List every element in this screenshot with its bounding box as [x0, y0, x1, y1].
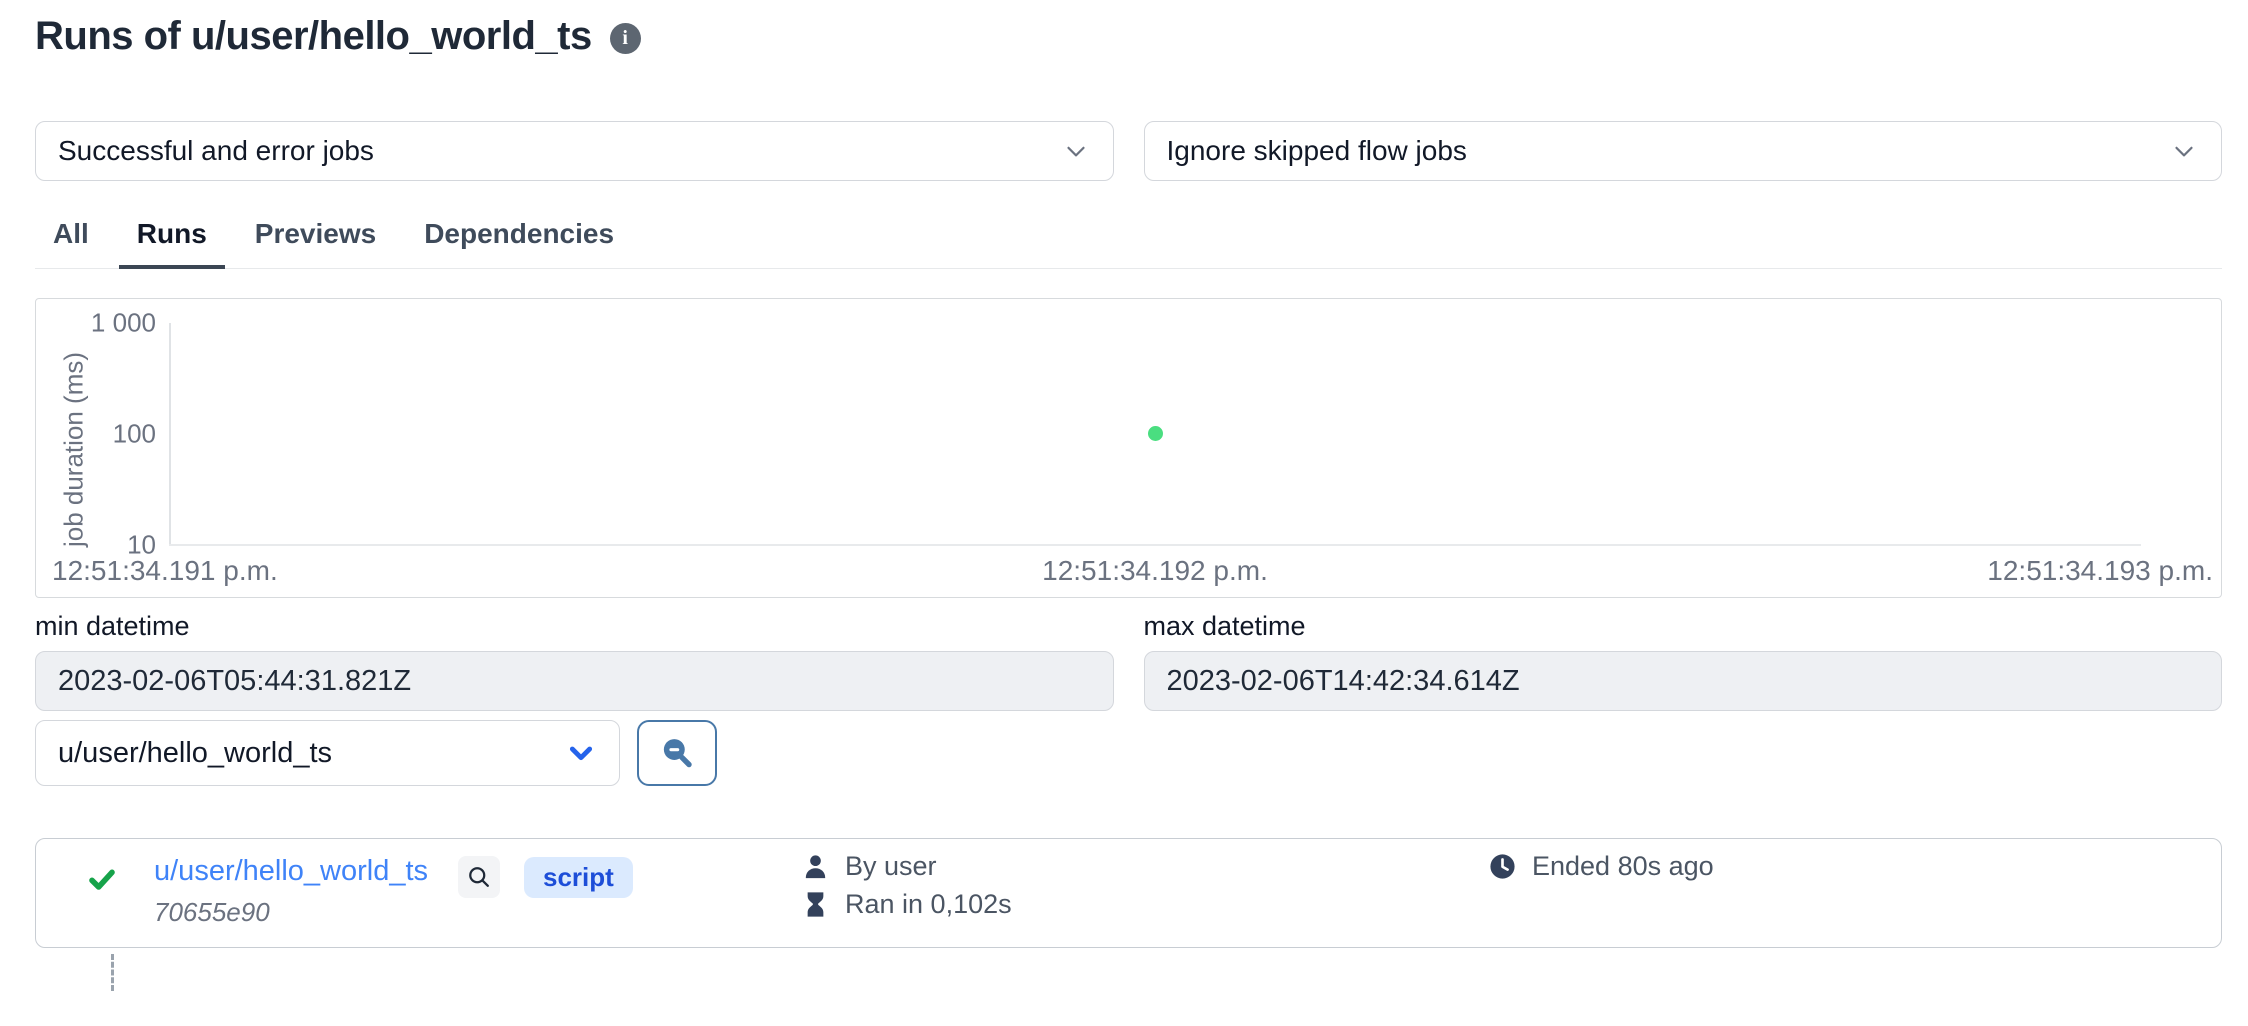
chevron-down-icon — [1061, 136, 1091, 166]
clock-icon — [1488, 852, 1517, 881]
y-tick-1000: 1 000 — [36, 308, 156, 339]
skipped-flow-select-value: Ignore skipped flow jobs — [1167, 135, 2170, 167]
job-status-select[interactable]: Successful and error jobs — [35, 121, 1114, 181]
run-duration-text: Ran in 0,102s — [845, 889, 1012, 920]
info-icon[interactable]: i — [610, 23, 641, 54]
person-icon — [801, 852, 830, 881]
path-filter-row: u/user/hello_world_ts — [35, 720, 717, 786]
script-path-select-value: u/user/hello_world_ts — [58, 737, 565, 770]
skipped-flow-select[interactable]: Ignore skipped flow jobs — [1144, 121, 2223, 181]
success-check-icon — [86, 863, 118, 895]
run-triggered-by-text: By user — [845, 851, 937, 882]
magnifier-icon — [466, 864, 493, 891]
y-axis-line — [169, 323, 171, 546]
y-axis-title: job duration (ms) — [59, 340, 90, 560]
tab-bar: All Runs Previews Dependencies — [35, 210, 2222, 269]
tab-runs[interactable]: Runs — [119, 210, 225, 269]
tab-dependencies[interactable]: Dependencies — [406, 210, 632, 269]
run-ended: Ended 80s ago — [1488, 851, 1714, 882]
tab-previews[interactable]: Previews — [237, 210, 394, 269]
y-tick-100: 100 — [36, 419, 156, 450]
run-ended-text: Ended 80s ago — [1532, 851, 1714, 882]
datetime-filters: min datetime max datetime — [35, 611, 2222, 711]
run-job-id: 70655e90 — [154, 897, 270, 928]
search-minus-icon — [658, 734, 696, 772]
chevron-down-icon — [2169, 136, 2199, 166]
max-datetime-label: max datetime — [1144, 611, 2223, 642]
job-status-select-value: Successful and error jobs — [58, 135, 1061, 167]
run-row[interactable]: u/user/hello_world_ts 70655e90 script By… — [35, 838, 2222, 948]
run-duration: Ran in 0,102s — [801, 889, 1012, 920]
search-button[interactable] — [637, 720, 717, 786]
runs-page: Runs of u/user/hello_world_ts i Successf… — [0, 0, 2248, 1026]
run-triggered-by: By user — [801, 851, 937, 882]
title-row: Runs of u/user/hello_world_ts i — [35, 14, 641, 59]
x-axis-line — [169, 544, 2141, 546]
min-datetime-label: min datetime — [35, 611, 1114, 642]
tab-all[interactable]: All — [35, 210, 107, 269]
run-path-link[interactable]: u/user/hello_world_ts — [154, 855, 428, 888]
x-tick-middle: 12:51:34.192 p.m. — [1042, 555, 1268, 587]
filters-row: Successful and error jobs Ignore skipped… — [35, 121, 2222, 181]
runs-duration-chart: job duration (ms) 1 000 100 10 12:51:34.… — [35, 298, 2222, 598]
page-title: Runs of u/user/hello_world_ts — [35, 14, 592, 59]
x-tick-right: 12:51:34.193 p.m. — [1987, 555, 2213, 587]
chevron-down-icon — [565, 737, 597, 769]
run-data-point[interactable] — [1148, 426, 1163, 441]
hourglass-icon — [801, 890, 830, 919]
x-tick-left: 12:51:34.191 p.m. — [52, 555, 278, 587]
timeline-dash-indicator — [111, 954, 114, 991]
min-datetime-input[interactable] — [35, 651, 1114, 711]
script-path-select[interactable]: u/user/hello_world_ts — [35, 720, 620, 786]
run-kind-badge: script — [524, 857, 633, 898]
run-inspect-button[interactable] — [458, 856, 500, 898]
max-datetime-input[interactable] — [1144, 651, 2223, 711]
